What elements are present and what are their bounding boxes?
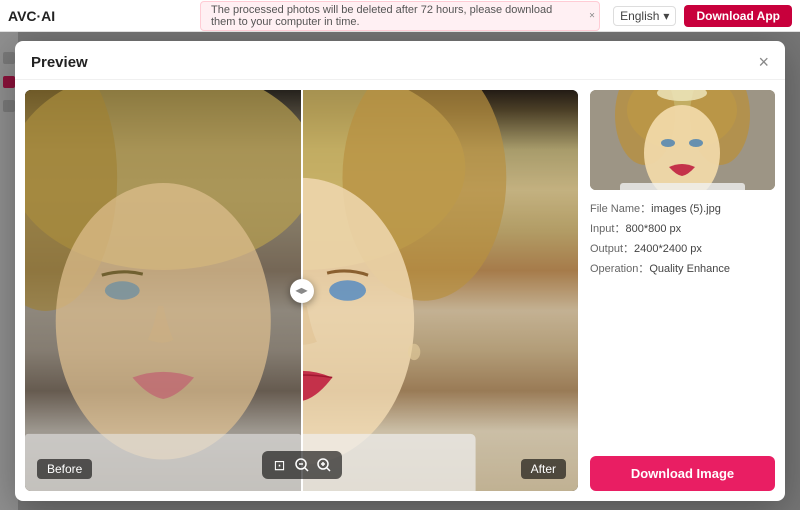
chevron-down-icon: ▾	[663, 9, 669, 23]
output-row: Output：2400*2400 px	[590, 240, 775, 256]
image-compare-container[interactable]: ◀▶ Before After ⊡	[25, 90, 578, 491]
compare-divider-handle[interactable]: ◀▶	[290, 279, 314, 303]
output-value: 2400*2400 px	[634, 243, 702, 255]
notification-container: The processed photos will be deleted aft…	[200, 1, 600, 31]
after-label: After	[521, 459, 566, 479]
thumbnail-svg	[590, 90, 775, 190]
preview-modal: Preview ×	[15, 41, 785, 501]
file-name-label: File Name：	[590, 203, 651, 215]
modal-close-button[interactable]: ×	[758, 53, 769, 71]
zoom-fit-button[interactable]: ⊡	[270, 455, 290, 475]
language-label: English	[620, 9, 659, 23]
logo: AVC·AI	[8, 8, 55, 24]
input-row: Input：800*800 px	[590, 220, 775, 236]
file-name-value: images (5).jpg	[651, 203, 721, 215]
top-bar: AVC·AI The processed photos will be dele…	[0, 0, 800, 32]
output-label: Output：	[590, 243, 634, 255]
operation-value: Quality Enhance	[649, 263, 730, 275]
input-value: 800*800 px	[625, 223, 681, 235]
zoom-out-icon	[295, 458, 309, 472]
modal-body: ◀▶ Before After ⊡	[15, 80, 785, 501]
modal-overlay: Preview ×	[0, 32, 800, 510]
notification-close-icon[interactable]: ×	[589, 10, 595, 21]
file-name-row: File Name：images (5).jpg	[590, 200, 775, 216]
file-info: File Name：images (5).jpg Input：800*800 p…	[590, 200, 775, 276]
language-selector[interactable]: English ▾	[613, 6, 676, 26]
zoom-out-button[interactable]	[292, 455, 312, 475]
operation-row: Operation：Quality Enhance	[590, 260, 775, 276]
download-image-button[interactable]: Download Image	[590, 456, 775, 491]
zoom-in-button[interactable]	[314, 455, 334, 475]
right-panel: File Name：images (5).jpg Input：800*800 p…	[590, 90, 775, 491]
operation-label: Operation：	[590, 263, 649, 275]
zoom-in-icon	[317, 458, 331, 472]
before-face-svg	[25, 90, 302, 491]
before-image	[25, 90, 302, 491]
notification-text: The processed photos will be deleted aft…	[211, 4, 552, 28]
modal-title: Preview	[31, 54, 88, 71]
download-app-button[interactable]: Download App	[684, 5, 792, 27]
before-label: Before	[37, 459, 92, 479]
input-label: Input：	[590, 223, 625, 235]
logo-text: AVC·AI	[8, 8, 55, 24]
top-bar-right: English ▾ Download App	[613, 5, 792, 27]
notification-bar: The processed photos will be deleted aft…	[200, 1, 600, 31]
modal-header: Preview ×	[15, 41, 785, 80]
thumbnail-container	[590, 90, 775, 190]
thumbnail-face	[590, 90, 775, 190]
spacer	[590, 286, 775, 446]
zoom-controls: ⊡	[262, 451, 342, 479]
